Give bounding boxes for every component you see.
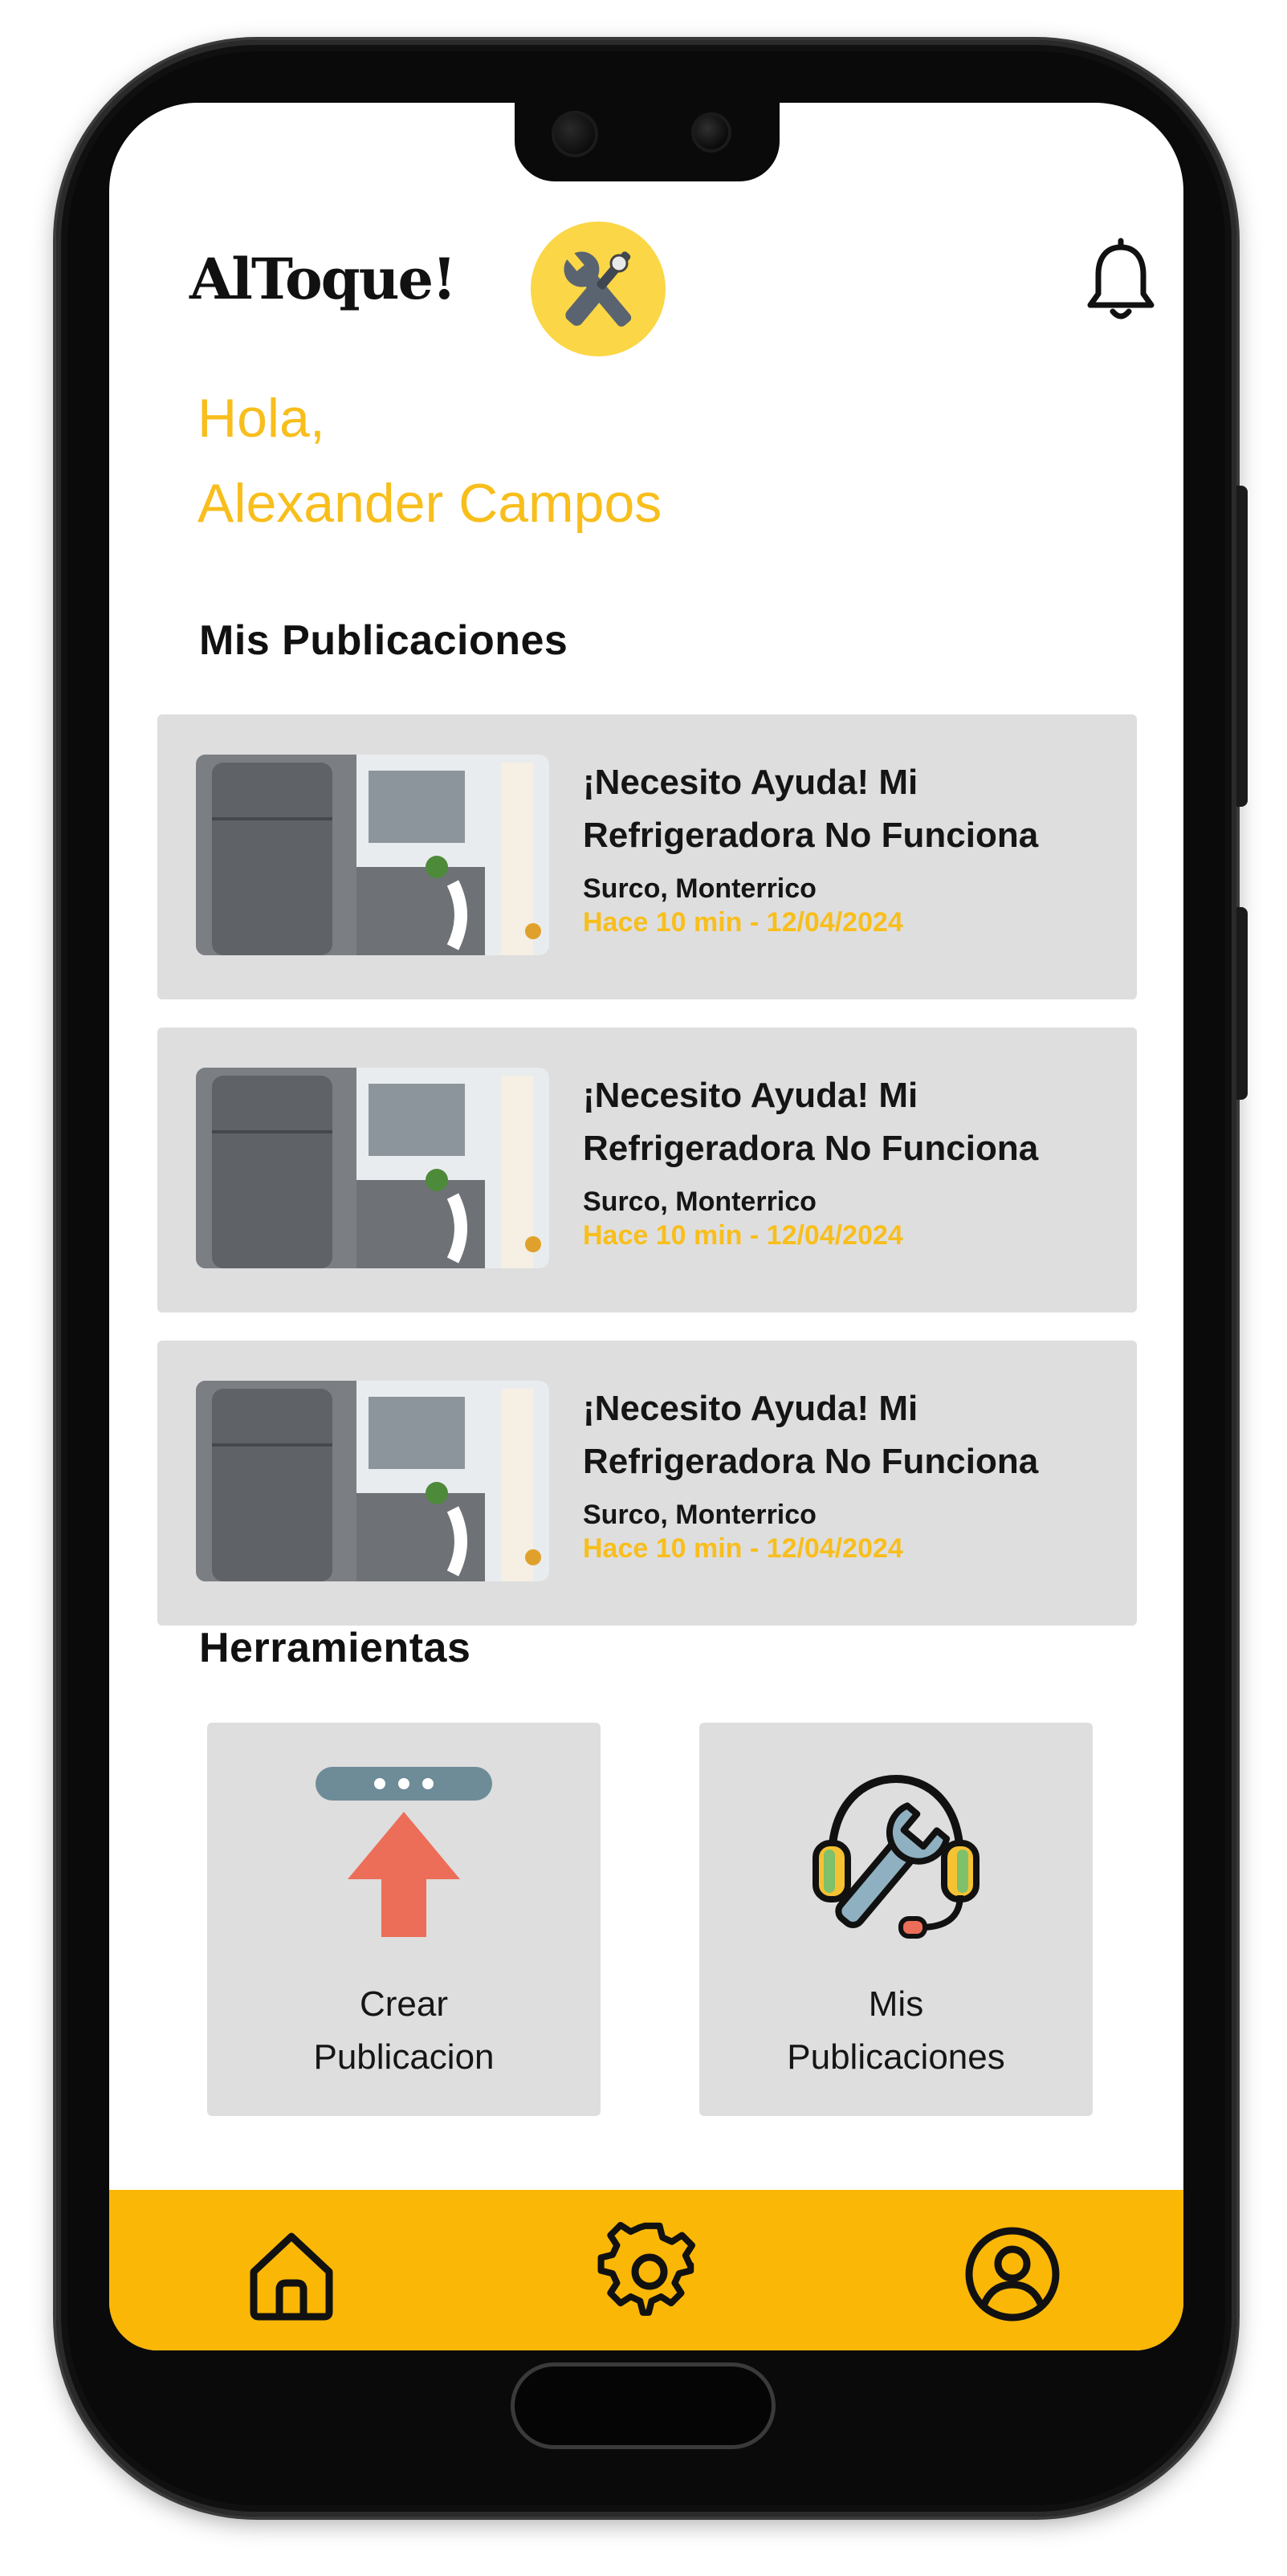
power-button: [1236, 907, 1248, 1100]
publication-location: Surco, Monterrico: [583, 1500, 817, 1530]
publication-time: Hace 10 min - 12/04/2024: [583, 1533, 903, 1564]
my-publications-tile[interactable]: Mis Publicaciones: [699, 1723, 1093, 2116]
create-publication-tile[interactable]: Crear Publicacion: [207, 1723, 601, 2116]
phone-frame: AlToque! Hola, Alexander Campos Mis Publ…: [56, 40, 1248, 2517]
wrench-headset-icon: [813, 1774, 980, 1939]
publication-thumbnail: [196, 755, 549, 955]
publication-location: Surco, Monterrico: [583, 1186, 817, 1217]
user-circle-icon[interactable]: [960, 2222, 1065, 2326]
hardware-home-button[interactable]: [511, 2362, 776, 2449]
app-screen: AlToque! Hola, Alexander Campos Mis Publ…: [109, 103, 1183, 2350]
upload-arrow-icon: [316, 1767, 492, 1937]
greeting: Hola, Alexander Campos: [198, 376, 662, 546]
publication-time: Hace 10 min - 12/04/2024: [583, 1220, 903, 1251]
home-icon[interactable]: [239, 2222, 344, 2326]
tools-logo-icon: [531, 222, 666, 356]
front-camera-icon: [691, 112, 731, 153]
tools-section-title: Herramientas: [199, 1625, 471, 1671]
publication-title: ¡Necesito Ayuda! Mi Refrigeradora No Fun…: [583, 1389, 1039, 1481]
notification-bell-icon[interactable]: [1081, 238, 1161, 326]
bottom-navigation: [109, 2190, 1183, 2350]
publication-thumbnail: [196, 1068, 549, 1268]
publication-time: Hace 10 min - 12/04/2024: [583, 907, 903, 938]
publication-card[interactable]: ¡Necesito Ayuda! Mi Refrigeradora No Fun…: [157, 1028, 1137, 1312]
publication-location: Surco, Monterrico: [583, 873, 817, 904]
publications-section-title: Mis Publicaciones: [199, 617, 568, 664]
publication-card[interactable]: ¡Necesito Ayuda! Mi Refrigeradora No Fun…: [157, 1341, 1137, 1626]
tile-label: Mis Publicaciones: [787, 1984, 1005, 2077]
publication-title: ¡Necesito Ayuda! Mi Refrigeradora No Fun…: [583, 763, 1039, 855]
volume-button: [1236, 486, 1248, 807]
publication-thumbnail: [196, 1381, 549, 1581]
tile-label: Crear Publicacion: [313, 1984, 495, 2077]
publication-title: ¡Necesito Ayuda! Mi Refrigeradora No Fun…: [583, 1076, 1039, 1168]
greeting-user-name: Alexander Campos: [198, 473, 662, 534]
sensor-icon: [552, 111, 598, 157]
camera-notch: [515, 103, 780, 181]
greeting-hello: Hola,: [198, 388, 325, 449]
publication-card[interactable]: ¡Necesito Ayuda! Mi Refrigeradora No Fun…: [157, 714, 1137, 999]
gear-icon[interactable]: [597, 2221, 702, 2326]
app-logo: AlToque!: [189, 246, 457, 312]
